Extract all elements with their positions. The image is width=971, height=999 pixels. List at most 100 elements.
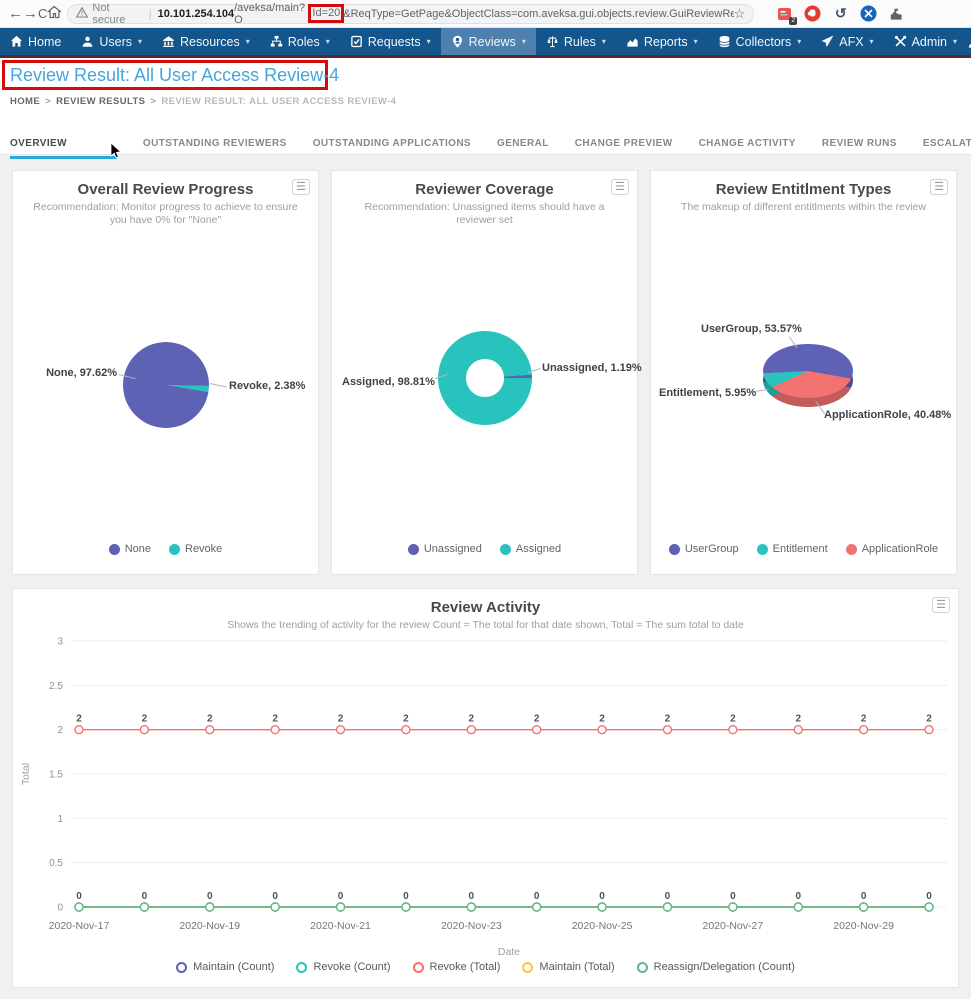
legend-circle: [637, 962, 648, 973]
user-icon[interactable]: ▾: [967, 35, 971, 49]
svg-text:0: 0: [403, 891, 409, 902]
breadcrumb-item[interactable]: HOME: [10, 96, 40, 107]
nav-item-home[interactable]: Home: [0, 28, 71, 55]
nav-item-collectors[interactable]: Collectors▾: [708, 28, 812, 55]
chevron-down-icon: ▾: [246, 37, 250, 46]
svg-text:2: 2: [861, 714, 867, 725]
svg-text:0: 0: [57, 903, 63, 914]
tools-icon: [894, 35, 907, 48]
svg-text:2020-Nov-21: 2020-Nov-21: [310, 920, 371, 932]
card-menu-icon[interactable]: ☰: [932, 597, 950, 613]
svg-text:2: 2: [207, 714, 213, 725]
svg-text:0: 0: [76, 891, 82, 902]
breadcrumb-item[interactable]: REVIEW RESULTS: [56, 96, 145, 107]
card-menu-icon[interactable]: ☰: [292, 179, 310, 195]
url-path-post: &ReqType=GetPage&ObjectClass=com.aveksa.…: [343, 8, 733, 20]
person-pin-icon: [451, 35, 464, 48]
adblock-icon[interactable]: [804, 5, 821, 22]
legend-dot: [846, 544, 857, 555]
legend-item[interactable]: Reassign/Delegation (Count): [637, 961, 795, 973]
title-highlight-annotation: Review Result: All User Access Review-4: [2, 60, 328, 90]
url-domain: 10.101.254.104: [158, 8, 234, 20]
svg-text:0: 0: [861, 891, 867, 902]
nav-item-rules[interactable]: Rules▾: [536, 28, 616, 55]
legend-item[interactable]: Maintain (Count): [176, 961, 274, 973]
legend-item[interactable]: Revoke (Total): [413, 961, 501, 973]
address-bar[interactable]: Not secure | 10.101.254.104 /aveksa/main…: [67, 4, 754, 24]
pie-chart[interactable]: [123, 342, 209, 428]
nav-item-requests[interactable]: Requests▾: [340, 28, 441, 55]
svg-text:0: 0: [272, 891, 278, 902]
legend-label: Entitlement: [773, 543, 828, 555]
svg-text:0: 0: [599, 891, 605, 902]
legend-item[interactable]: ApplicationRole: [846, 543, 938, 555]
history-icon[interactable]: ↺: [832, 5, 849, 22]
svg-text:0: 0: [795, 891, 801, 902]
legend-circle: [176, 962, 187, 973]
extension-cards-icon[interactable]: 2: [776, 5, 793, 22]
svg-text:2: 2: [403, 714, 409, 725]
svg-text:0.5: 0.5: [49, 858, 63, 869]
nav-item-afx[interactable]: AFX▾: [811, 28, 883, 55]
svg-text:0: 0: [926, 891, 932, 902]
svg-text:2020-Nov-25: 2020-Nov-25: [572, 920, 633, 932]
legend-item[interactable]: UserGroup: [669, 543, 739, 555]
extensions-puzzle-icon[interactable]: [888, 5, 905, 22]
main-nav: HomeUsers▾Resources▾Roles▾Requests▾Revie…: [0, 28, 971, 55]
card-review-activity: Review Activity Shows the trending of ac…: [12, 588, 959, 988]
card-title: Review Activity: [13, 599, 958, 616]
svg-text:3: 3: [57, 637, 63, 648]
card-menu-icon[interactable]: ☰: [930, 179, 948, 195]
svg-text:2: 2: [599, 714, 605, 725]
svg-text:2020-Nov-27: 2020-Nov-27: [702, 920, 763, 932]
svg-text:2: 2: [272, 714, 278, 725]
card-menu-icon[interactable]: ☰: [611, 179, 629, 195]
forward-icon[interactable]: →: [23, 5, 38, 22]
card-subtitle: Recommendation: Unassigned items should …: [346, 201, 623, 227]
slice-label: ApplicationRole, 40.48%: [824, 409, 949, 421]
paper-plane-icon: [821, 35, 834, 48]
svg-text:2020-Nov-29: 2020-Nov-29: [833, 920, 894, 932]
card-subtitle: Shows the trending of activity for the r…: [27, 619, 944, 632]
nav-item-label: Reviews: [469, 35, 516, 49]
svg-text:2: 2: [926, 714, 932, 725]
activity-line-chart[interactable]: 00.511.522.53Total0000000000000022222222…: [13, 633, 959, 965]
svg-text:Date: Date: [498, 946, 520, 958]
bookmark-star-icon[interactable]: ☆: [734, 6, 746, 22]
refresh-icon[interactable]: C: [38, 6, 47, 21]
legend-label: ApplicationRole: [862, 543, 938, 555]
legend-item[interactable]: Revoke: [169, 543, 222, 555]
pie-chart[interactable]: [763, 344, 853, 398]
legend-circle: [296, 962, 307, 973]
tasks-icon: [350, 35, 363, 48]
legend-dot: [669, 544, 680, 555]
chart-icon: [626, 35, 639, 48]
legend-item[interactable]: Assigned: [500, 543, 561, 555]
legend-item[interactable]: None: [109, 543, 151, 555]
nav-item-label: Requests: [368, 35, 421, 49]
slice-label: None, 97.62%: [25, 367, 117, 379]
mouse-cursor: [110, 142, 123, 160]
blue-extension-icon[interactable]: [860, 5, 877, 22]
legend-item[interactable]: Maintain (Total): [522, 961, 614, 973]
extension-badge: 2: [789, 17, 797, 25]
nav-item-admin[interactable]: Admin▾: [884, 28, 967, 55]
legend-item[interactable]: Unassigned: [408, 543, 482, 555]
legend-item[interactable]: Entitlement: [757, 543, 828, 555]
nav-item-reviews[interactable]: Reviews▾: [441, 28, 536, 55]
chevron-down-icon: ▾: [797, 37, 801, 46]
chevron-down-icon: ▾: [602, 37, 606, 46]
nav-item-roles[interactable]: Roles▾: [260, 28, 340, 55]
legend-item[interactable]: Revoke (Count): [296, 961, 390, 973]
svg-text:2: 2: [795, 714, 801, 725]
nav-item-label: Reports: [644, 35, 688, 49]
nav-item-users[interactable]: Users▾: [71, 28, 152, 55]
browser-home-icon[interactable]: [47, 5, 61, 23]
nav-item-reports[interactable]: Reports▾: [616, 28, 708, 55]
chevron-down-icon: ▾: [870, 37, 874, 46]
nav-item-resources[interactable]: Resources▾: [152, 28, 260, 55]
chart-legend: Maintain (Count) Revoke (Count) Revoke (To…: [13, 961, 958, 973]
legend-dot: [408, 544, 419, 555]
url-path-pre: /aveksa/main?O: [234, 2, 309, 26]
back-icon[interactable]: ←: [8, 5, 23, 22]
